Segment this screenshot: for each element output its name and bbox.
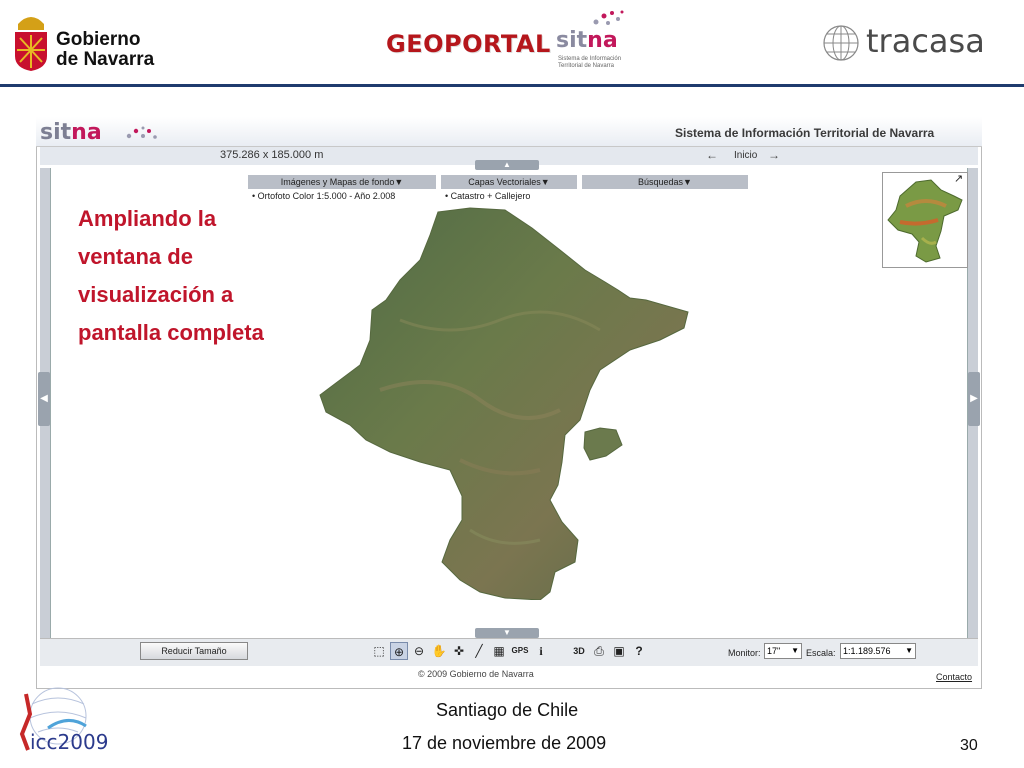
pan-left-handle[interactable]: ◀ xyxy=(38,372,50,426)
menu-busquedas[interactable]: Búsquedas▼ xyxy=(582,175,748,189)
app-logo-dots-icon xyxy=(126,126,157,139)
tracasa-globe-icon xyxy=(823,25,859,61)
menu-capas-vectoriales[interactable]: Capas Vectoriales▼ xyxy=(441,175,577,189)
callout-line-4: pantalla completa xyxy=(78,320,264,345)
inicio-link[interactable]: Inicio xyxy=(734,150,757,161)
app-logo-sit: sit xyxy=(40,120,72,145)
map-extent-text: 375.286 x 185.000 m xyxy=(220,149,324,161)
sitna-subtitle-line1: Sistema de Información xyxy=(558,56,622,62)
icc2009-logo-text: icc2009 xyxy=(30,730,109,754)
print-icon[interactable]: ⎙ xyxy=(590,642,608,660)
escala-label: Escala: xyxy=(806,648,836,658)
pan-hand-icon[interactable]: ✋ xyxy=(430,642,448,660)
sitna-logo-na: na xyxy=(587,28,618,53)
camera-icon[interactable]: ▣ xyxy=(610,642,628,660)
copyright-text: © 2009 Gobierno de Navarra xyxy=(418,669,534,679)
page-number: 30 xyxy=(960,737,978,754)
callout-line-2: ventana de xyxy=(78,244,193,269)
3d-button[interactable]: 3D xyxy=(570,642,588,660)
header-divider xyxy=(0,84,1024,87)
escala-select[interactable]: 1:1.189.576 ▼ xyxy=(840,643,916,659)
callout-line-1: Ampliando la xyxy=(78,206,217,231)
geoportal-logo-text: GEOPORTAL xyxy=(386,30,551,58)
monitor-value: 17" xyxy=(767,646,781,656)
escala-value: 1:1.189.576 xyxy=(843,646,891,656)
app-logo-na: na xyxy=(71,120,102,145)
info-icon[interactable]: i xyxy=(532,642,550,660)
sitna-header-logo: sitna xyxy=(556,28,618,53)
navigate-icon[interactable]: ✜ xyxy=(450,642,468,660)
menu-imagenes[interactable]: Imágenes y Mapas de fondo▼ xyxy=(248,175,436,189)
app-sitna-logo: sitna xyxy=(40,120,102,145)
sitna-dots-icon xyxy=(593,10,624,25)
pan-down-handle[interactable]: ▼ xyxy=(475,628,539,638)
arrow-right-icon[interactable]: → xyxy=(768,148,780,162)
navarra-orthophoto-map[interactable] xyxy=(300,200,700,600)
pan-up-handle[interactable]: ▲ xyxy=(475,160,539,170)
gobierno-title-line2: de Navarra xyxy=(56,49,155,70)
monitor-select[interactable]: 17" ▼ xyxy=(764,643,802,659)
zoom-in-icon[interactable]: ⊕ xyxy=(390,642,408,660)
footer-location: Santiago de Chile xyxy=(436,700,579,720)
help-icon[interactable]: ? xyxy=(630,642,648,660)
tracasa-logo-text: tracasa xyxy=(866,22,985,60)
expand-overview-icon[interactable]: ↗ xyxy=(954,172,963,185)
pan-right-handle[interactable]: ▶ xyxy=(968,372,980,426)
crop-icon[interactable]: ⬚ xyxy=(370,642,388,660)
gps-button[interactable]: GPS xyxy=(510,642,530,660)
overview-map-thumbnail[interactable] xyxy=(886,176,964,264)
contacto-link[interactable]: Contacto xyxy=(936,672,972,682)
footer-date: 17 de noviembre de 2009 xyxy=(402,733,607,753)
callout-line-3: visualización a xyxy=(78,282,234,307)
app-title: Sistema de Información Territorial de Na… xyxy=(675,126,935,140)
measure-icon[interactable]: ╱ xyxy=(470,642,488,660)
zoom-out-icon[interactable]: ⊖ xyxy=(410,642,428,660)
reducir-tamano-button[interactable]: Reducir Tamaño xyxy=(140,642,248,660)
navarra-crest-icon xyxy=(15,17,47,71)
sitna-subtitle-line2: Territorial de Navarra xyxy=(558,63,615,69)
monitor-label: Monitor: xyxy=(728,648,761,658)
chevron-down-icon: ▼ xyxy=(791,646,799,655)
chevron-down-icon: ▼ xyxy=(905,646,913,655)
grid-icon[interactable]: ▦ xyxy=(490,642,508,660)
arrow-left-icon[interactable]: ← xyxy=(706,148,718,162)
gobierno-title-line1: Gobierno xyxy=(56,29,141,50)
sitna-logo-sit: sit xyxy=(556,28,588,53)
